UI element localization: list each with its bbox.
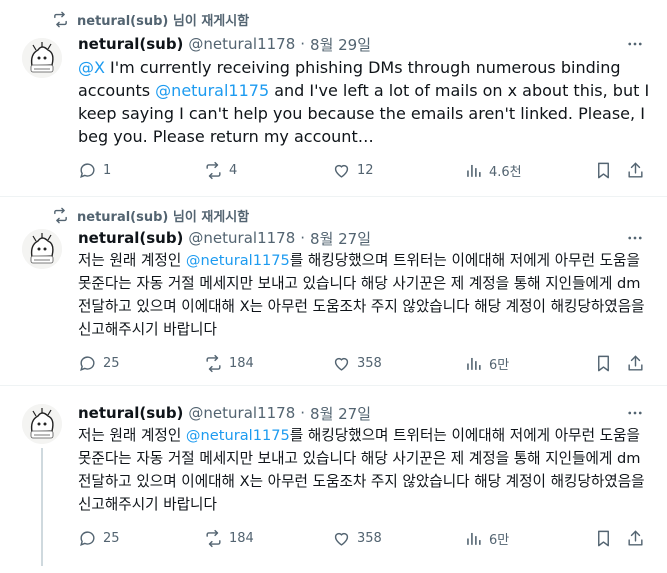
reply-button[interactable]: 25 — [78, 351, 120, 375]
tweet-header: netural(sub) @netural1178 · 8월 29일 — [78, 33, 371, 55]
separator-dot: · — [300, 35, 306, 53]
repost-count: 4 — [229, 162, 238, 178]
avatar[interactable] — [22, 404, 62, 444]
bookmark-icon — [598, 355, 609, 371]
tweet[interactable]: netural(sub) 님이 재게시함 netural(sub) @netur… — [0, 0, 667, 197]
repost-button[interactable]: 4 — [204, 158, 237, 182]
separator-dot: · — [300, 404, 306, 422]
repost-icon — [206, 161, 221, 179]
like-icon — [334, 357, 349, 371]
bookmark-icon — [598, 530, 609, 546]
reply-icon — [80, 530, 95, 546]
more-button[interactable] — [625, 228, 645, 248]
reply-icon — [80, 355, 95, 371]
tweet-header: netural(sub) @netural1178 · 8월 27일 — [78, 227, 371, 249]
tweet[interactable]: netural(sub) @netural1178 · 8월 27일 저는 원래… — [0, 386, 667, 573]
reply-button[interactable]: 25 — [78, 526, 120, 550]
tweet-feed: netural(sub) 님이 재게시함 netural(sub) @netur… — [0, 0, 667, 573]
views-icon — [467, 164, 481, 177]
views-icon — [467, 532, 481, 545]
handle[interactable]: @netural1178 — [188, 35, 295, 53]
share-icon — [628, 355, 643, 371]
tweet[interactable]: netural(sub) 님이 재게시함 netural(sub) @netur… — [0, 197, 667, 386]
tweet-date[interactable]: 8월 27일 — [310, 228, 371, 249]
share-button[interactable] — [626, 351, 645, 375]
repost-count: 184 — [229, 530, 254, 546]
more-button[interactable] — [625, 34, 645, 54]
tweet-text-segment: 저는 원래 계정인 — [78, 427, 186, 444]
like-icon — [334, 532, 349, 546]
repost-button[interactable]: 184 — [204, 351, 254, 375]
views-icon — [467, 357, 481, 370]
repost-icon — [54, 207, 67, 223]
repost-icon — [206, 354, 221, 372]
reply-count: 25 — [103, 530, 120, 546]
avatar-image — [22, 229, 62, 269]
like-icon — [334, 164, 349, 178]
share-icon — [628, 530, 643, 546]
tweet-date[interactable]: 8월 29일 — [310, 34, 371, 55]
views-button[interactable]: 4.6천 — [464, 158, 522, 182]
separator-dot: · — [300, 229, 306, 247]
tweet-actions: 1 4 12 4.6천 — [70, 158, 650, 182]
repost-label: netural(sub) 님이 재게시함 — [77, 209, 250, 225]
views-button[interactable]: 6만 — [464, 351, 509, 375]
mention-link[interactable]: @netural1175 — [155, 81, 269, 100]
repost-indicator[interactable]: netural(sub) 님이 재게시함 — [52, 206, 250, 225]
repost-indicator[interactable]: netural(sub) 님이 재게시함 — [52, 10, 250, 29]
mention-link[interactable]: @netural1175 — [186, 252, 290, 269]
tweet-text: 저는 원래 계정인 @netural1175를 해킹당했으며 트위터는 이에대해… — [78, 424, 650, 516]
avatar-image — [22, 404, 62, 444]
reply-count: 1 — [103, 162, 112, 178]
views-button[interactable]: 6만 — [464, 526, 509, 550]
views-count: 6만 — [489, 532, 510, 548]
like-count: 12 — [357, 162, 374, 178]
more-icon — [628, 42, 642, 46]
more-icon — [628, 236, 642, 240]
avatar[interactable] — [22, 38, 62, 78]
repost-label: netural(sub) 님이 재게시함 — [77, 13, 250, 29]
bookmark-icon — [598, 162, 609, 178]
views-count: 6만 — [489, 357, 510, 373]
display-name[interactable]: netural(sub) — [78, 404, 183, 422]
reply-icon — [80, 162, 95, 178]
repost-icon — [54, 11, 67, 27]
tweet-text: @X I'm currently receiving phishing DMs … — [78, 56, 650, 148]
bookmark-button[interactable] — [594, 526, 613, 550]
mention-link[interactable]: @netural1175 — [186, 427, 290, 444]
bookmark-button[interactable] — [594, 158, 613, 182]
tweet-text: 저는 원래 계정인 @netural1175를 해킹당했으며 트위터는 이에대해… — [78, 249, 650, 341]
avatar[interactable] — [22, 229, 62, 269]
mention-link[interactable]: @X — [78, 58, 105, 77]
more-icon — [628, 411, 642, 415]
share-button[interactable] — [626, 158, 645, 182]
reply-count: 25 — [103, 355, 120, 371]
repost-icon — [206, 529, 221, 547]
tweet-actions: 25 184 358 6만 — [70, 526, 650, 550]
like-count: 358 — [357, 355, 382, 371]
repost-count: 184 — [229, 355, 254, 371]
tweet-text-segment: 저는 원래 계정인 — [78, 252, 186, 269]
like-button[interactable]: 12 — [332, 158, 374, 182]
share-icon — [628, 162, 643, 178]
tweet-header: netural(sub) @netural1178 · 8월 27일 — [78, 402, 371, 424]
more-button[interactable] — [625, 403, 645, 423]
display-name[interactable]: netural(sub) — [78, 35, 183, 53]
handle[interactable]: @netural1178 — [188, 229, 295, 247]
like-count: 358 — [357, 530, 382, 546]
handle[interactable]: @netural1178 — [188, 404, 295, 422]
bookmark-button[interactable] — [594, 351, 613, 375]
tweet-actions: 25 184 358 6만 — [70, 351, 650, 375]
tweet-date[interactable]: 8월 27일 — [310, 403, 371, 424]
like-button[interactable]: 358 — [332, 526, 382, 550]
repost-button[interactable]: 184 — [204, 526, 254, 550]
views-count: 4.6천 — [489, 164, 522, 180]
reply-button[interactable]: 1 — [78, 158, 111, 182]
avatar-image — [22, 38, 62, 78]
share-button[interactable] — [626, 526, 645, 550]
like-button[interactable]: 358 — [332, 351, 382, 375]
display-name[interactable]: netural(sub) — [78, 229, 183, 247]
thread-line — [41, 448, 43, 566]
